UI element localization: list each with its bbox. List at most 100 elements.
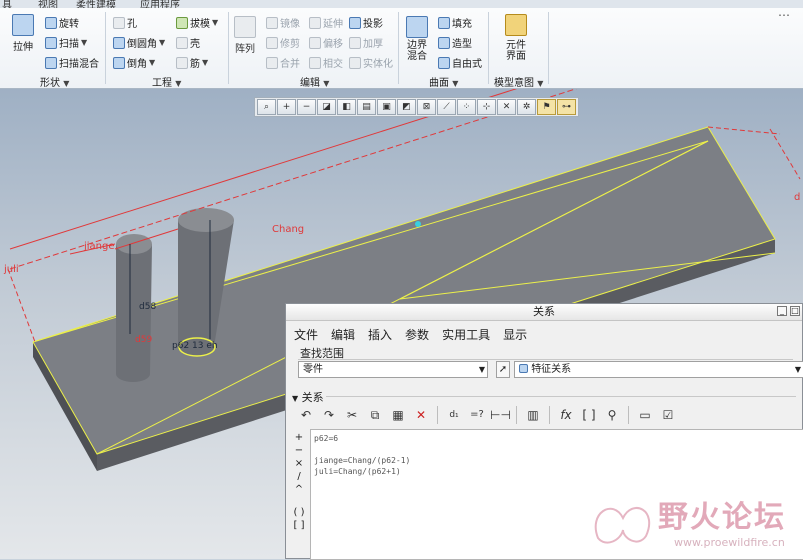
maximize-button[interactable]: □: [790, 306, 800, 316]
feature-select[interactable]: 特征关系 ▼: [514, 361, 803, 378]
divide-operator[interactable]: /: [292, 471, 306, 482]
dim-label-right[interactable]: d: [794, 192, 800, 203]
switch-dims-icon[interactable]: d₁: [444, 406, 464, 424]
offset-button[interactable]: 偏移: [309, 35, 343, 50]
menu-show[interactable]: 显示: [503, 326, 527, 343]
local-params-icon[interactable]: ▭: [635, 406, 655, 424]
zoom-in-icon[interactable]: +: [277, 99, 296, 115]
csys-display-icon[interactable]: ⊹: [477, 99, 496, 115]
revolve-button[interactable]: 旋转: [45, 15, 79, 30]
saved-views-icon[interactable]: ▤: [357, 99, 376, 115]
dim-label-chang[interactable]: Chang: [272, 224, 304, 235]
chamfer-button[interactable]: 倒角 ▼: [113, 55, 155, 70]
collapse-ribbon-button[interactable]: ⋯: [778, 8, 790, 22]
boundary-blend-button[interactable]: 边界混合: [404, 16, 430, 62]
dim-label-d59[interactable]: d59: [135, 335, 152, 345]
scope-select[interactable]: 零件 ▼: [298, 361, 488, 378]
group-label-surfaces[interactable]: 曲面 ▼: [429, 74, 458, 89]
zoom-out-icon[interactable]: −: [297, 99, 316, 115]
refit-icon[interactable]: ⌕: [257, 99, 276, 115]
minimize-button[interactable]: _: [777, 306, 787, 316]
draft-button[interactable]: 拔模 ▼: [176, 15, 218, 30]
perspective-icon[interactable]: ◩: [397, 99, 416, 115]
thicken-button[interactable]: 加厚: [349, 35, 383, 50]
insert-dim-icon[interactable]: ⊢⊣: [490, 406, 511, 424]
redo-icon[interactable]: ↷: [319, 406, 339, 424]
extend-button[interactable]: 延伸: [309, 15, 343, 30]
component-interface-button[interactable]: 元件界面: [503, 14, 529, 62]
dialog-titlebar[interactable]: 关系 _ □: [286, 304, 802, 321]
extrude-button[interactable]: 拉伸: [12, 14, 34, 53]
divider: [516, 406, 517, 424]
filter-icon[interactable]: ⚑: [537, 99, 556, 115]
select-arrow-button[interactable]: ➚: [496, 361, 510, 378]
parentheses-operator[interactable]: ( ): [292, 507, 306, 518]
fill-button[interactable]: 填充: [438, 15, 472, 30]
verify-icon[interactable]: ⚲: [602, 406, 622, 424]
solidify-button[interactable]: 实体化: [349, 55, 393, 70]
undo-icon[interactable]: ↶: [296, 406, 316, 424]
view-manager-icon[interactable]: ▣: [377, 99, 396, 115]
cut-icon[interactable]: ✂: [342, 406, 362, 424]
dim-label-d58[interactable]: d58: [139, 302, 156, 312]
dim-label-juli[interactable]: juli: [3, 264, 19, 275]
offset-icon: [309, 36, 321, 49]
round-button[interactable]: 倒圆角 ▼: [113, 35, 165, 50]
copy-icon[interactable]: ⧉: [365, 406, 385, 424]
parameters-icon[interactable]: [ ]: [579, 406, 599, 424]
sort-icon[interactable]: ▥: [523, 406, 543, 424]
power-operator[interactable]: ^: [292, 484, 306, 495]
function-icon[interactable]: fx: [556, 406, 576, 424]
menu-utilities[interactable]: 实用工具: [442, 326, 490, 343]
divider: [488, 12, 489, 84]
merge-button[interactable]: 合并: [266, 55, 300, 70]
menu-edit[interactable]: 编辑: [331, 326, 355, 343]
annotation-display-icon[interactable]: ✕: [497, 99, 516, 115]
rib-button[interactable]: 筋 ▼: [176, 55, 208, 70]
group-label-engineering[interactable]: 工程 ▼: [152, 74, 181, 89]
swept-blend-button[interactable]: 扫描混合: [45, 55, 99, 70]
relations-section-header[interactable]: ▼ 关系: [292, 389, 324, 405]
spin-center-icon[interactable]: ✲: [517, 99, 536, 115]
round-icon: [113, 36, 125, 49]
hole-button[interactable]: 孔: [113, 15, 137, 30]
group-label-editing[interactable]: 编辑 ▼: [300, 74, 329, 89]
brackets-operator[interactable]: [ ]: [292, 520, 306, 531]
trim-button[interactable]: 修剪: [266, 35, 300, 50]
snap-icon[interactable]: ⊶: [557, 99, 576, 115]
multiply-operator[interactable]: ×: [292, 458, 306, 469]
mirror-button[interactable]: 镜像: [266, 15, 300, 30]
check-icon[interactable]: ☑: [658, 406, 678, 424]
menu-insert[interactable]: 插入: [368, 326, 392, 343]
project-button[interactable]: 投影: [349, 15, 383, 30]
divider: [628, 406, 629, 424]
divider: [326, 396, 796, 397]
rib-icon: [176, 56, 188, 69]
minus-operator[interactable]: −: [292, 445, 306, 456]
chevron-down-icon: ▼: [794, 365, 801, 374]
plus-operator[interactable]: +: [292, 432, 306, 443]
style-button[interactable]: 造型: [438, 35, 472, 50]
delete-icon[interactable]: ✕: [411, 406, 431, 424]
freestyle-button[interactable]: 自由式: [438, 55, 482, 70]
revolve-icon: [45, 16, 57, 29]
dim-label-jiange[interactable]: jiange: [83, 241, 115, 252]
display-style-icon[interactable]: ◧: [337, 99, 356, 115]
dim-label-p62[interactable]: p62 13 eh: [172, 341, 218, 351]
paste-icon[interactable]: ▦: [388, 406, 408, 424]
menu-file[interactable]: 文件: [294, 326, 318, 343]
group-label-model-intent[interactable]: 模型意图 ▼: [494, 74, 543, 89]
evaluate-icon[interactable]: =?: [467, 406, 487, 424]
shell-button[interactable]: 壳: [176, 35, 200, 50]
pattern-button[interactable]: 阵列: [234, 16, 256, 55]
menu-parameters[interactable]: 参数: [405, 326, 429, 343]
sweep-button[interactable]: 扫描 ▼: [45, 35, 87, 50]
view-toolbar: ⌕ + − ◪ ◧ ▤ ▣ ◩ ⊠ ⟋ ⁘ ⊹ ✕ ✲ ⚑ ⊶: [254, 97, 579, 117]
intersect-button[interactable]: 相交: [309, 55, 343, 70]
point-display-icon[interactable]: ⁘: [457, 99, 476, 115]
group-label-shape[interactable]: 形状 ▼: [40, 74, 69, 89]
extrude-icon: [12, 14, 34, 36]
datum-planes-icon[interactable]: ⊠: [417, 99, 436, 115]
repaint-icon[interactable]: ◪: [317, 99, 336, 115]
datum-axes-icon[interactable]: ⟋: [437, 99, 456, 115]
